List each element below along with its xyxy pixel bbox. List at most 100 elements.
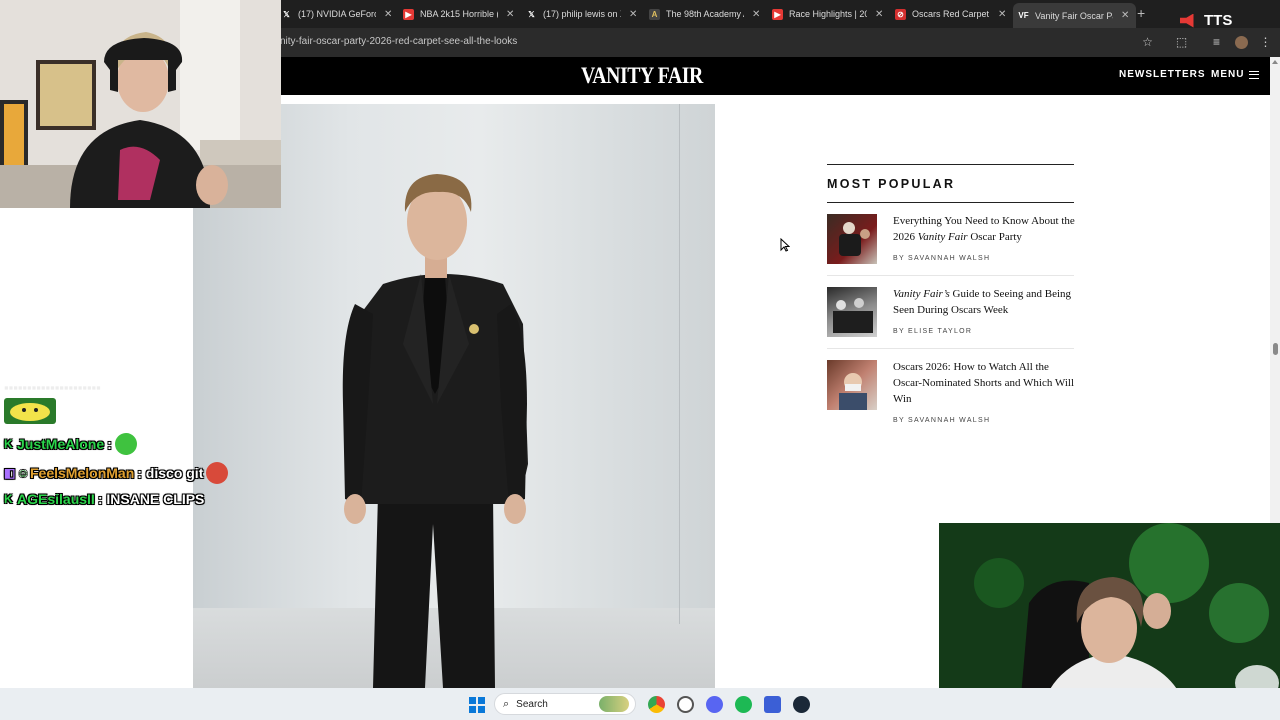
tab-title: Vanity Fair Oscar Part [1035, 10, 1113, 21]
tab-title: Race Highlights | 202 [789, 9, 867, 19]
chat-username: FeelsMelonMan [30, 465, 135, 481]
browser-tab[interactable]: ▶ Race Highlights | 202 ✕ [772, 3, 884, 25]
chat-username: JustMeAlone [17, 436, 105, 452]
chat-message: ◧ ☺ FeelsMelonMan : disco git [4, 462, 229, 484]
close-icon[interactable]: ✕ [875, 9, 883, 20]
article-thumbnail[interactable] [827, 214, 877, 264]
twitch-badge-icon: ◧ [4, 466, 16, 480]
site-logo[interactable]: VANITY FAIR [581, 63, 703, 89]
article-byline: BY SAVANNAH WALSH [893, 255, 991, 262]
youtube-icon: ▶ [403, 8, 414, 20]
chat-text: : disco git [137, 465, 204, 481]
vanity-fair-icon: VF [1018, 11, 1029, 20]
oscars-icon: A [649, 8, 660, 20]
tab-title: (17) NVIDIA GeForce [298, 9, 376, 19]
popular-article-item[interactable]: Vanity Fair’s Guide to Seeing and Being … [827, 276, 1074, 349]
tab-title: NBA 2k15 Horrible (a [420, 9, 498, 19]
hamburger-icon [1249, 70, 1260, 79]
chat-message: K JustMeAlone : [4, 433, 137, 455]
x-logo-icon: 𝕏 [283, 9, 290, 19]
close-icon[interactable]: ✕ [384, 9, 392, 20]
tab-title: Oscars Red Carpet O [912, 9, 990, 19]
app-icon[interactable] [764, 696, 781, 713]
more-menu-icon[interactable]: ⋮ [1259, 36, 1272, 49]
chat-text: : [107, 436, 112, 452]
article-byline: BY ELISE TAYLOR [893, 328, 973, 335]
close-icon[interactable]: ✕ [629, 9, 637, 20]
streamer-webcam-top [0, 0, 281, 208]
search-highlight-icon [599, 696, 629, 712]
site-header: VANITY FAIR NEWSLETTERS MENU [281, 57, 1270, 95]
taskbar-search[interactable]: ⌕ Search [494, 693, 636, 715]
muted-speaker-icon [1180, 13, 1194, 28]
film-still-icon [839, 373, 867, 410]
article-title[interactable]: Oscars 2026: How to Watch All the Oscar-… [893, 359, 1075, 407]
chrome-icon[interactable] [648, 696, 665, 713]
app-icon[interactable] [677, 696, 694, 713]
windows-logo-icon [469, 697, 476, 704]
steam-icon[interactable] [793, 696, 810, 713]
browser-tab[interactable]: 𝕏 (17) NVIDIA GeForce ✕ [281, 3, 393, 25]
mouse-cursor-icon [780, 238, 790, 252]
spotify-icon[interactable] [735, 696, 752, 713]
youtube-icon: ▶ [772, 8, 783, 20]
kick-badge-icon: K [4, 437, 13, 451]
tab-title: (17) philip lewis on X [543, 9, 621, 19]
search-placeholder: Search [516, 698, 548, 710]
discord-icon[interactable] [706, 696, 723, 713]
media-controls-icon[interactable]: ≡ [1210, 36, 1223, 49]
face-emote-icon [206, 462, 229, 484]
chat-text: : INSANE CLIPS [97, 491, 205, 507]
start-button[interactable] [469, 697, 485, 713]
crowd-photo-icon [833, 298, 873, 333]
x-logo-icon: 𝕏 [528, 9, 535, 19]
windows-logo-icon [469, 706, 476, 713]
most-popular-heading: MOST POPULAR [827, 165, 1074, 203]
profile-avatar[interactable] [1235, 36, 1248, 49]
tts-indicator: TTS [1180, 12, 1232, 29]
people-photo-icon [839, 222, 870, 256]
browser-tab-active[interactable]: VF Vanity Fair Oscar Part ✕ [1013, 3, 1136, 28]
url-field[interactable]: nity-fair-oscar-party-2026-red-carpet-se… [280, 36, 517, 47]
article-byline: BY SAVANNAH WALSH [893, 417, 991, 424]
chat-message: K AGEsilausII : INSANE CLIPS [4, 491, 204, 507]
windows-logo-icon [478, 697, 485, 704]
popular-article-item[interactable]: Oscars 2026: How to Watch All the Oscar-… [827, 349, 1074, 429]
bookmark-star-icon[interactable]: ☆ [1141, 36, 1154, 49]
extensions-icon[interactable]: ⬚ [1175, 36, 1188, 49]
subscriber-badge-icon: ☺ [17, 466, 30, 480]
browser-tab[interactable]: 𝕏 (17) philip lewis on X ✕ [526, 3, 638, 25]
article-title[interactable]: Everything You Need to Know About the 20… [893, 213, 1075, 245]
red-carpet-icon: ⊘ [895, 8, 906, 20]
chat-cut-off-line: ▪▪▪▪▪▪▪▪▪▪▪▪▪▪▪▪▪▪▪▪▪ [4, 380, 101, 395]
close-icon[interactable]: ✕ [998, 9, 1006, 20]
browser-tab[interactable]: ⊘ Oscars Red Carpet O ✕ [895, 3, 1007, 25]
windows-logo-icon [478, 706, 485, 713]
tab-title: The 98th Academy A [666, 9, 744, 19]
search-icon: ⌕ [503, 697, 510, 710]
menu-button[interactable]: MENU [1211, 69, 1260, 80]
close-icon[interactable]: ✕ [1121, 10, 1129, 21]
most-popular-section: MOST POPULAR Everything You Need to Know… [827, 164, 1075, 429]
tts-label: TTS [1204, 12, 1233, 29]
popular-article-item[interactable]: Everything You Need to Know About the 20… [827, 203, 1075, 276]
webcam-scene-image [0, 0, 281, 208]
scroll-thumb[interactable] [1273, 343, 1278, 355]
browser-tab[interactable]: ▶ NBA 2k15 Horrible (a ✕ [403, 3, 515, 25]
chat-emote-image [4, 398, 56, 424]
page-scrollbar[interactable] [1270, 57, 1280, 523]
article-thumbnail[interactable] [827, 360, 877, 410]
emote-icon [10, 403, 50, 421]
close-icon[interactable]: ✕ [752, 9, 760, 20]
close-icon[interactable]: ✕ [506, 9, 514, 20]
scroll-up-arrow-icon[interactable] [1272, 60, 1278, 64]
article-title[interactable]: Vanity Fair’s Guide to Seeing and Being … [893, 286, 1075, 318]
new-tab-button[interactable]: + [1137, 5, 1145, 21]
kick-badge-icon: K [4, 492, 13, 506]
menu-label: MENU [1211, 69, 1245, 80]
newsletters-link[interactable]: NEWSLETTERS [1119, 69, 1206, 80]
green-emote-icon [114, 433, 137, 455]
windows-taskbar: ⌕ Search [0, 688, 1280, 720]
browser-tab[interactable]: A The 98th Academy A ✕ [649, 3, 761, 25]
article-thumbnail[interactable] [827, 287, 877, 337]
